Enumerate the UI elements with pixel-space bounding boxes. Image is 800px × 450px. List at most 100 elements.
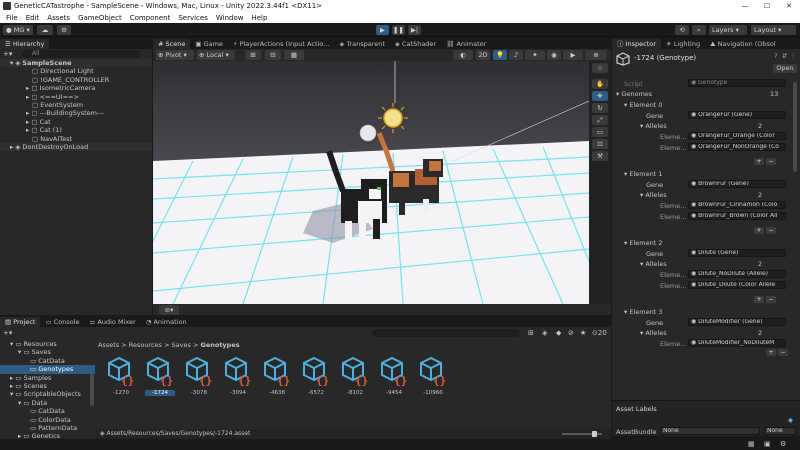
pause-button[interactable]: ❚❚ bbox=[392, 25, 405, 35]
alleles-count[interactable]: 2 bbox=[758, 122, 762, 130]
menu-gameobject[interactable]: GameObject bbox=[78, 14, 122, 22]
icon-size-slider[interactable] bbox=[562, 431, 602, 437]
hand-tool-icon[interactable]: ✋ bbox=[592, 79, 608, 89]
gene-field[interactable]: ◉ Dilute (Gene) bbox=[688, 249, 786, 257]
local-dropdown[interactable]: ⊕ Local ▾ bbox=[197, 50, 235, 60]
cloud-icon[interactable]: ☁ bbox=[37, 25, 53, 35]
add-icon[interactable]: +▾ bbox=[3, 329, 12, 337]
orientation-gizmo[interactable]: ⊹ bbox=[592, 63, 608, 73]
tab-audio-mixer[interactable]: ⚌ Audio Mixer bbox=[85, 317, 141, 327]
cache-icon[interactable]: ▣ bbox=[764, 440, 771, 448]
menu-edit[interactable]: Edit bbox=[26, 14, 40, 22]
folder-item[interactable]: ▾ ▭ Data bbox=[0, 399, 95, 407]
tab-inspector[interactable]: ⓘ Inspector bbox=[612, 39, 661, 49]
tab-transparent[interactable]: ◈ Transparent bbox=[334, 39, 390, 49]
element-foldout[interactable]: ▾ Element 0 bbox=[624, 101, 662, 109]
type-filter-icon[interactable]: ◈ bbox=[542, 329, 547, 337]
asset-item[interactable]: {} -1270 bbox=[106, 356, 136, 396]
gene-field[interactable]: ◉ DiluteModifier (Gene) bbox=[688, 318, 786, 326]
asset-variant-dropdown[interactable]: None bbox=[764, 427, 796, 435]
add-button[interactable]: + bbox=[754, 158, 764, 165]
list-item[interactable]: ▢ EventSystem bbox=[0, 101, 152, 109]
folder-item[interactable]: ▭ ColorData bbox=[0, 416, 95, 424]
alleles-count[interactable]: 2 bbox=[758, 191, 762, 199]
help-icon[interactable]: ? bbox=[774, 52, 777, 60]
alleles-count[interactable]: 2 bbox=[758, 329, 762, 337]
maximize-icon[interactable]: ☐ bbox=[756, 0, 778, 12]
add-button[interactable]: + bbox=[754, 296, 764, 303]
remove-button[interactable]: − bbox=[766, 296, 776, 303]
hidden-objects-icon[interactable]: ◉ bbox=[547, 50, 561, 60]
breadcrumb-item[interactable]: Genotypes bbox=[200, 341, 239, 349]
list-item[interactable]: ▸ ▢ IsometricCamera bbox=[0, 84, 152, 92]
asset-item[interactable]: {} -6572 bbox=[301, 356, 331, 396]
tab-lighting[interactable]: ☀ Lighting bbox=[661, 39, 705, 49]
audio-icon[interactable]: ♪ bbox=[509, 50, 523, 60]
folder-item[interactable]: ▭ CatData bbox=[0, 357, 95, 365]
orientation-icon[interactable]: ⊘▾ bbox=[159, 305, 179, 315]
rect-tool-icon[interactable]: ▭ bbox=[592, 127, 608, 137]
alleles-count[interactable]: 2 bbox=[758, 260, 762, 268]
draw-mode-icon[interactable]: ◐ bbox=[453, 50, 473, 60]
folder-item[interactable]: ▸ ▭ Scenes bbox=[0, 382, 95, 390]
menu-help[interactable]: Help bbox=[251, 14, 267, 22]
folder-item[interactable]: ▾ ▭ ScriptableObjects bbox=[0, 390, 95, 398]
list-item[interactable]: ▢ !GAME_CONTROLLER bbox=[0, 76, 152, 84]
tab-animator[interactable]: ⛓ Animator bbox=[441, 39, 491, 49]
scale-tool-icon[interactable]: ⤢ bbox=[592, 115, 608, 125]
hierarchy-search-input[interactable]: All bbox=[22, 50, 140, 58]
inspector-scrollbar[interactable] bbox=[793, 82, 797, 172]
gene-field[interactable]: ◉ OrangeFur (Gene) bbox=[688, 111, 786, 119]
grid-visibility-icon[interactable]: ▦ bbox=[284, 50, 304, 60]
alleles-foldout[interactable]: ▾ Alleles bbox=[640, 329, 667, 337]
list-item[interactable]: ▢ Directional Light bbox=[0, 67, 152, 75]
allele-field[interactable]: ◉ BrownFur_Brown (Color All bbox=[688, 212, 786, 220]
history-icon[interactable]: ⟲ bbox=[675, 25, 689, 35]
gene-field[interactable]: ◉ BrownFur (Gene) bbox=[688, 180, 786, 188]
breadcrumb-item[interactable]: Assets bbox=[98, 341, 119, 349]
gizmos-icon[interactable]: ⊕ bbox=[585, 50, 607, 60]
tab-catshader[interactable]: ◈ CatShader bbox=[390, 39, 441, 49]
breadcrumb-item[interactable]: Resources bbox=[129, 341, 162, 349]
remove-button[interactable]: − bbox=[766, 158, 776, 165]
folder-item[interactable]: ▭ PatternData bbox=[0, 424, 95, 432]
element-foldout[interactable]: ▾ Element 2 bbox=[624, 239, 662, 247]
allele-field[interactable]: ◉ OrangeFur_NonOrange (Co bbox=[688, 143, 786, 151]
tab-project[interactable]: ▤ Project bbox=[0, 317, 41, 327]
asset-item[interactable]: {} -9454 bbox=[379, 356, 409, 396]
genomes-foldout[interactable]: ▾ Genomes bbox=[616, 90, 652, 98]
slider-handle[interactable] bbox=[592, 431, 597, 437]
grid-snap-icon[interactable]: ⊞ bbox=[245, 50, 261, 60]
genomes-count[interactable]: 13 bbox=[770, 90, 778, 98]
list-item[interactable]: ▢ NavAITest bbox=[0, 135, 152, 143]
allele-field[interactable]: ◉ BrownFur_Cinnamon (Colo bbox=[688, 201, 786, 209]
list-item[interactable]: ▸ ▢ <==UI==> bbox=[0, 93, 152, 101]
list-item[interactable]: ▸ ▢ Cat bbox=[0, 118, 152, 126]
pivot-dropdown[interactable]: ⊕ Pivot ▾ bbox=[156, 50, 194, 60]
element-foldout[interactable]: ▾ Element 1 bbox=[624, 170, 662, 178]
menu-component[interactable]: Component bbox=[130, 14, 171, 22]
scene-row[interactable]: ▾ ◈ SampleScene bbox=[0, 59, 152, 68]
lighting-icon[interactable]: 💡 bbox=[493, 50, 507, 60]
menu-window[interactable]: Window bbox=[216, 14, 244, 22]
add-button[interactable]: + bbox=[766, 349, 776, 356]
asset-item[interactable]: {} -1724 bbox=[145, 356, 175, 396]
add-button[interactable]: + bbox=[754, 227, 764, 234]
menu-services[interactable]: Services bbox=[178, 14, 208, 22]
play-button[interactable]: ▶ bbox=[376, 25, 389, 35]
snap-increment-icon[interactable]: ⊟ bbox=[265, 50, 281, 60]
tab-player-actions[interactable]: ⚡ PlayerActions (Input Actio... bbox=[228, 39, 334, 49]
folder-item[interactable]: ▸ ▭ Samples bbox=[0, 374, 95, 382]
tab-navigation[interactable]: ⛰ Navigation (Obsol bbox=[705, 39, 781, 49]
label-filter-icon[interactable]: ◆ bbox=[556, 329, 561, 337]
asset-item[interactable]: {} -3094 bbox=[223, 356, 253, 396]
folder-item[interactable]: ▾ ▭ Resources bbox=[0, 340, 95, 348]
allele-field[interactable]: ◉ DiluteModifier_NoDiluteM bbox=[688, 339, 786, 347]
folder-item[interactable]: ▾ ▭ Saves bbox=[0, 348, 95, 356]
toggle-2d-button[interactable]: 2D bbox=[476, 50, 490, 60]
dontdestroy-row[interactable]: ▸ ◈ DontDestroyOnLoad bbox=[0, 142, 152, 152]
settings-icon[interactable]: ⇵ bbox=[782, 52, 787, 60]
debug-icon[interactable]: ⚙ bbox=[780, 440, 786, 448]
progress-icon[interactable]: ▦ bbox=[748, 440, 755, 448]
alleles-foldout[interactable]: ▾ Alleles bbox=[640, 122, 667, 130]
